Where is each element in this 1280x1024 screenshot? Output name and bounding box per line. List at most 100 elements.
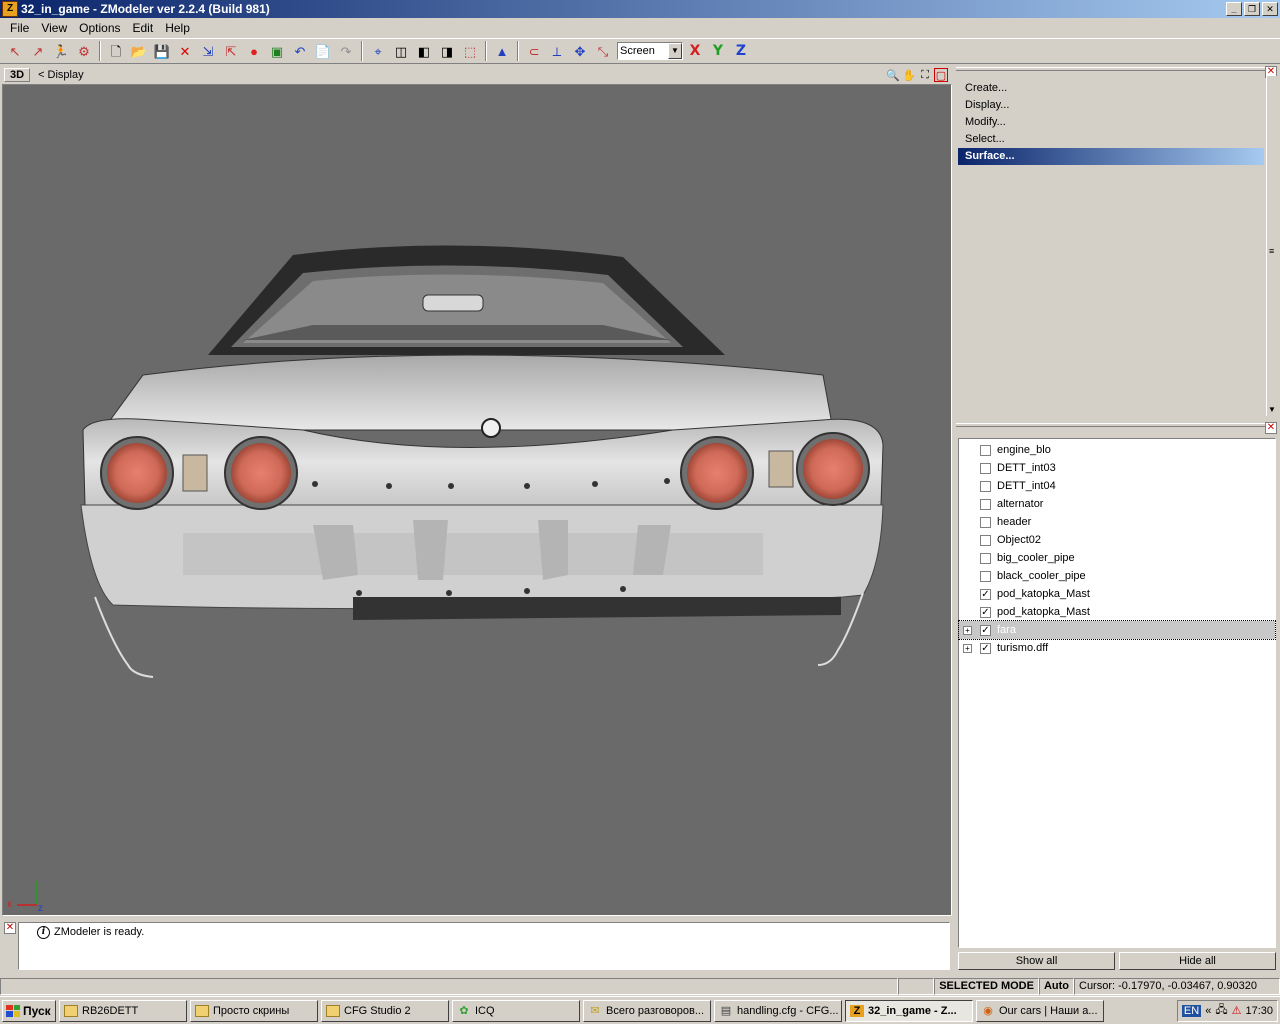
expand-plus-icon[interactable]: + (963, 643, 972, 653)
panel-grip[interactable] (956, 67, 1266, 71)
object-tree-row[interactable]: Object02 (959, 531, 1275, 549)
axes-icon[interactable]: ⟂ (546, 41, 568, 61)
new-file-icon[interactable]: 🗋 (105, 41, 127, 61)
visibility-checkbox[interactable] (980, 534, 991, 546)
snap-mode-indicator[interactable]: Auto (1038, 977, 1074, 995)
undo-icon[interactable]: ↶ (289, 41, 311, 61)
visibility-checkbox[interactable] (980, 462, 991, 474)
taskbar-button[interactable]: ▤ handling.cfg - CFG... (714, 999, 842, 1022)
visibility-checkbox[interactable]: ✓ (980, 642, 991, 654)
import-icon[interactable]: ⇲ (197, 41, 219, 61)
object-tree-row[interactable]: black_cooler_pipe (959, 567, 1275, 585)
object-tree-row[interactable]: big_cooler_pipe (959, 549, 1275, 567)
taskbar-button[interactable]: ◉ Our cars | Наши а... (976, 999, 1104, 1022)
visibility-checkbox[interactable]: ✓ (980, 624, 991, 636)
maximize-viewport-icon[interactable]: ⛶ (918, 68, 932, 82)
command-display[interactable]: Display... (958, 97, 1264, 114)
scroll-down-icon[interactable]: ▼ (1268, 405, 1276, 414)
zmodeler-app-icon[interactable]: Z (2, 1, 18, 17)
menu-edit[interactable]: Edit (127, 21, 160, 35)
object-tree-row[interactable]: ✓ pod_katopka_Mast (959, 603, 1275, 621)
selected-mode-indicator[interactable]: SELECTED MODE (934, 977, 1039, 995)
panel-grip[interactable] (956, 423, 1266, 427)
command-panel-scrollbar[interactable]: ≡ ▼ (1266, 76, 1278, 416)
object-tree-row[interactable]: ✓ pod_katopka_Mast (959, 585, 1275, 603)
pivot-icon[interactable]: ▲ (491, 41, 513, 61)
object-mode-icon[interactable]: ◧ (413, 41, 435, 61)
command-select[interactable]: Select... (958, 131, 1264, 148)
command-surface[interactable]: Surface... (958, 148, 1264, 165)
axis-z-button[interactable]: Z (730, 41, 752, 61)
image-icon[interactable]: ▣ (266, 41, 288, 61)
object-tree-row[interactable]: DETT_int04 (959, 477, 1275, 495)
axis-x-button[interactable]: X (684, 41, 706, 61)
visibility-checkbox[interactable] (980, 570, 991, 582)
coordinate-system-select[interactable]: Screen ▼ (617, 42, 683, 60)
menu-help[interactable]: Help (159, 21, 196, 35)
visibility-checkbox[interactable] (980, 516, 991, 528)
axis-y-button[interactable]: Y (707, 41, 729, 61)
restore-button[interactable]: ❐ (1244, 2, 1260, 16)
move-icon[interactable]: ✥ (569, 41, 591, 61)
taskbar-button[interactable]: RB26DETT (59, 999, 187, 1022)
taskbar-button[interactable]: ✿ ICQ (452, 999, 580, 1022)
object-tree-row[interactable]: DETT_int03 (959, 459, 1275, 477)
object-tree-row[interactable]: header (959, 513, 1275, 531)
menu-options[interactable]: Options (73, 21, 126, 35)
object-tree-row[interactable]: alternator (959, 495, 1275, 513)
object-tree-row[interactable]: + ✓ fara (958, 620, 1276, 640)
taskbar-button[interactable]: ✉ Всего разговоров... (583, 999, 711, 1022)
record-icon[interactable]: ● (243, 41, 265, 61)
close-button[interactable]: ✕ (1262, 2, 1278, 16)
delete-icon[interactable]: ✕ (174, 41, 196, 61)
magnet-icon[interactable]: ⊂ (523, 41, 545, 61)
group-mode-icon[interactable]: ◨ (436, 41, 458, 61)
minimize-button[interactable]: _ (1226, 2, 1242, 16)
start-button[interactable]: Пуск (2, 999, 56, 1022)
visibility-checkbox[interactable]: ✓ (980, 606, 991, 618)
language-indicator[interactable]: EN (1181, 1004, 1202, 1017)
cube-mode-icon[interactable]: ⬚ (459, 41, 481, 61)
notes-icon[interactable]: 📄 (312, 41, 334, 61)
hide-all-button[interactable]: Hide all (1119, 952, 1276, 970)
select-tool-icon[interactable]: ↖ (4, 41, 26, 61)
show-all-button[interactable]: Show all (958, 952, 1115, 970)
visibility-checkbox[interactable] (980, 498, 991, 510)
zoom-icon[interactable]: 🔍 (886, 68, 900, 82)
menu-file[interactable]: File (4, 21, 35, 35)
visibility-checkbox[interactable]: ✓ (980, 588, 991, 600)
visibility-checkbox[interactable] (980, 552, 991, 564)
scale-icon[interactable]: ⤡ (592, 41, 614, 61)
command-create[interactable]: Create... (958, 80, 1264, 97)
save-icon[interactable]: 💾 (151, 41, 173, 61)
tray-network-icon[interactable]: 🖧 (1215, 1001, 1227, 1020)
vertex-mode-icon[interactable]: ⌖ (367, 41, 389, 61)
expand-plus-icon[interactable]: + (963, 625, 972, 635)
pick-tool-icon[interactable]: ↗ (27, 41, 49, 61)
taskbar-button[interactable]: Z 32_in_game - Z... (845, 999, 973, 1022)
viewport-mode-button[interactable]: 3D (4, 68, 31, 82)
chevron-down-icon[interactable]: ▼ (668, 43, 682, 59)
export-icon[interactable]: ⇱ (220, 41, 242, 61)
close-viewport-icon[interactable]: ▢ (934, 68, 948, 82)
open-folder-icon[interactable]: 📂 (128, 41, 150, 61)
viewport-3d[interactable]: x z (2, 84, 952, 916)
tray-expand-icon[interactable]: « (1205, 1005, 1211, 1017)
figure-tool-icon[interactable]: 🏃 (50, 41, 72, 61)
command-modify[interactable]: Modify... (958, 114, 1264, 131)
tray-antivirus-icon[interactable]: ⚠ (1232, 1004, 1242, 1017)
close-object-panel-icon[interactable]: ✕ (1265, 422, 1277, 434)
group-tool-icon[interactable]: ⚙ (73, 41, 95, 61)
menu-view[interactable]: View (35, 21, 73, 35)
close-log-icon[interactable]: ✕ (4, 922, 16, 934)
visibility-checkbox[interactable] (980, 480, 991, 492)
redo-icon[interactable]: ↷ (335, 41, 357, 61)
object-tree-row[interactable]: engine_blo (959, 441, 1275, 459)
object-tree-row[interactable]: + ✓ turismo.dff (959, 639, 1275, 657)
scroll-grip-icon[interactable]: ≡ (1269, 246, 1274, 256)
visibility-checkbox[interactable] (980, 444, 991, 456)
taskbar-button[interactable]: CFG Studio 2 (321, 999, 449, 1022)
viewport-display-label[interactable]: < Display (38, 69, 84, 81)
pan-hand-icon[interactable]: ✋ (902, 68, 916, 82)
face-mode-icon[interactable]: ◫ (390, 41, 412, 61)
